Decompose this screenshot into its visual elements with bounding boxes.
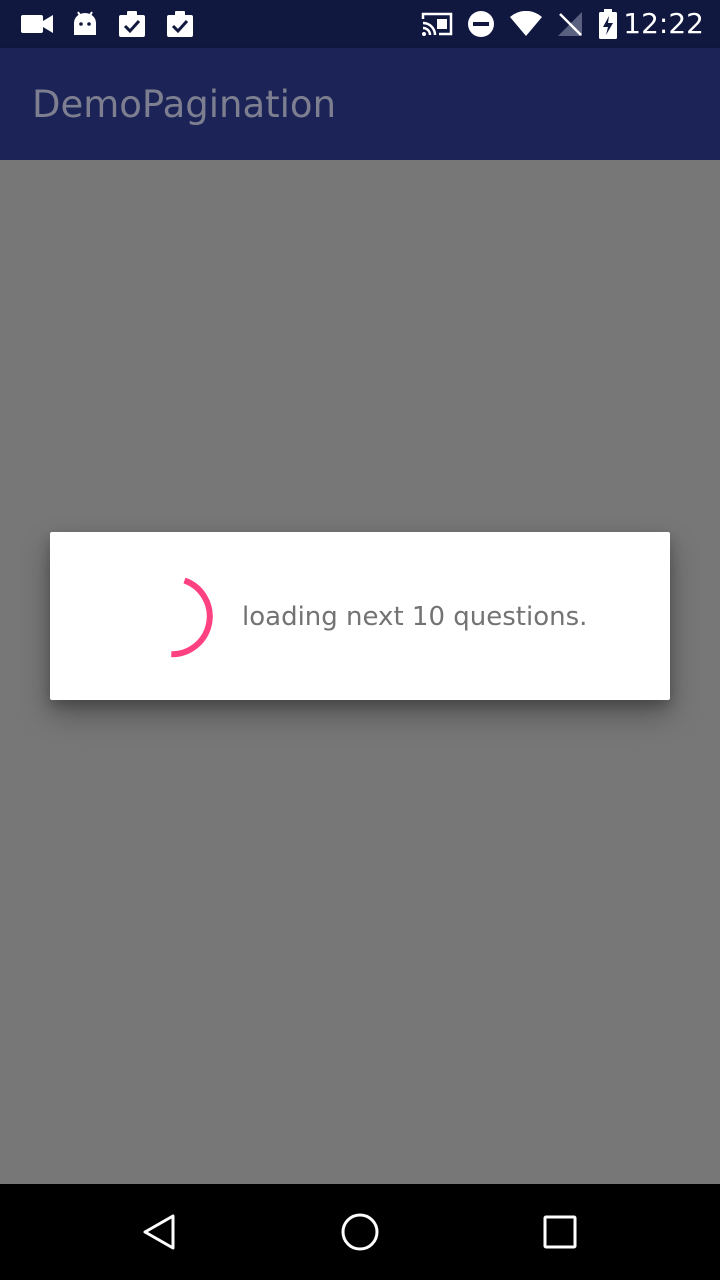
back-icon (143, 1214, 175, 1250)
do-not-disturb-icon (466, 0, 496, 48)
loading-spinner-icon (164, 572, 252, 660)
recents-button[interactable] (512, 1184, 608, 1280)
app-bar: DemoPagination (0, 48, 720, 160)
navigation-bar (0, 1184, 720, 1280)
back-button[interactable] (112, 1184, 208, 1280)
status-bar: 12:22 (0, 0, 720, 48)
home-icon (341, 1213, 379, 1251)
android-icon (72, 0, 98, 48)
recents-icon (543, 1215, 577, 1249)
dialog-message: loading next 10 questions. (242, 602, 588, 632)
cast-icon (420, 0, 454, 48)
status-time: 12:22 (623, 7, 704, 40)
clipboard-check-icon (165, 0, 195, 48)
clipboard-check-icon (117, 0, 147, 48)
home-button[interactable] (312, 1184, 408, 1280)
video-camera-icon (20, 0, 54, 48)
progress-dialog: loading next 10 questions. (50, 532, 670, 700)
wifi-icon (508, 0, 544, 48)
battery-charging-icon (597, 0, 619, 48)
no-signal-icon (556, 0, 584, 48)
app-title: DemoPagination (32, 83, 337, 126)
